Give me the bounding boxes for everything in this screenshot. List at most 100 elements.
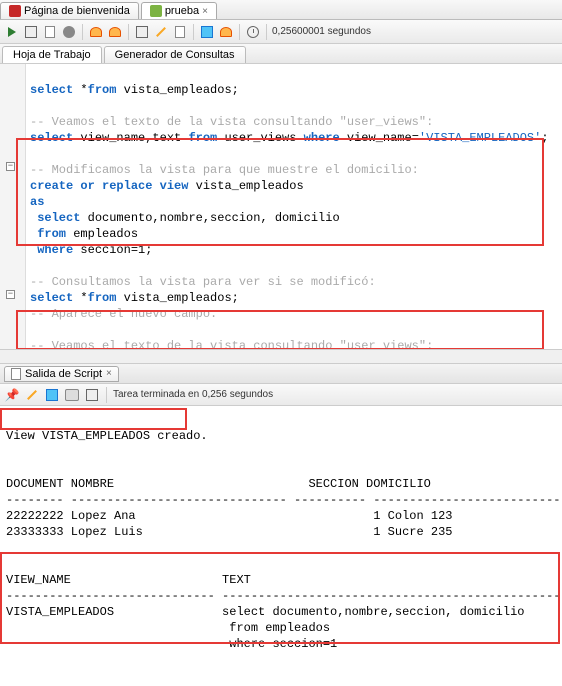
toggle-button[interactable]: [84, 387, 100, 403]
print-icon: [65, 389, 79, 401]
kw: create or replace view: [30, 179, 188, 193]
separator: [239, 24, 240, 40]
script-icon: [25, 26, 37, 38]
sql-history-button[interactable]: [172, 24, 188, 40]
tab-prueba[interactable]: prueba ×: [141, 2, 217, 19]
eraser-icon: [156, 27, 166, 37]
txt: vista_empleados;: [116, 291, 238, 305]
txt: documento,nombre,seccion, domicilio: [80, 211, 339, 225]
clear-button[interactable]: [24, 387, 40, 403]
kw: from: [88, 83, 117, 97]
script-output-icon: [11, 368, 21, 380]
txt: view_name=: [340, 131, 419, 145]
output-row: VISTA_EMPLEADOS select documento,nombre,…: [6, 605, 524, 619]
output-header: VIEW_NAME TEXT: [6, 573, 251, 587]
separator: [193, 24, 194, 40]
clock-icon: [247, 26, 259, 38]
txt: view_name,text: [73, 131, 188, 145]
fold-toggle[interactable]: −: [6, 162, 15, 171]
commit-button[interactable]: [88, 24, 104, 40]
txt: vista_empleados: [188, 179, 303, 193]
fold-toggle[interactable]: −: [6, 290, 15, 299]
toggle-icon: [86, 389, 98, 401]
autotrace-icon: [63, 26, 75, 38]
kw: select: [30, 131, 73, 145]
sql-editor[interactable]: − − select *from vista_empleados; -- Vea…: [0, 64, 562, 364]
explain-icon: [45, 26, 55, 38]
comment: -- Modificamos la vista para que muestre…: [30, 163, 419, 177]
main-toolbar: 0,25600001 segundos: [0, 20, 562, 44]
sql-file-icon: [150, 5, 162, 17]
run-script-button[interactable]: [23, 24, 39, 40]
kw: where: [304, 131, 340, 145]
txt: empleados: [66, 227, 138, 241]
kw: from: [188, 131, 217, 145]
output-row: 22222222 Lopez Ana 1 Colon 123: [6, 509, 452, 523]
clear-button[interactable]: [153, 24, 169, 40]
kw: where: [30, 243, 73, 257]
output-line: View VISTA_EMPLEADOS creado.: [6, 429, 208, 443]
oracle-icon: [9, 5, 21, 17]
comment: -- Veamos el texto de la vista consultan…: [30, 115, 433, 129]
code-area[interactable]: select *from vista_empleados; -- Veamos …: [30, 66, 549, 364]
separator: [82, 24, 83, 40]
separator: [128, 24, 129, 40]
tab-querybuilder[interactable]: Generador de Consultas: [104, 46, 246, 63]
tab-script-output[interactable]: Salida de Script ×: [4, 366, 119, 382]
txt: vista_empleados;: [116, 83, 238, 97]
kw: from: [30, 227, 66, 241]
tab-label: prueba: [165, 5, 199, 17]
save-icon: [46, 389, 58, 401]
kw: as: [30, 195, 44, 209]
elapsed-time: 0,25600001 segundos: [272, 26, 371, 37]
output-row: from empleados: [6, 621, 330, 635]
rollback-icon: [109, 27, 121, 37]
output-row: 23333333 Lopez Luis 1 Sucre 235: [6, 525, 452, 539]
save-icon: [201, 26, 213, 38]
editor-gutter: − −: [0, 64, 26, 363]
kw: from: [88, 291, 117, 305]
unshared-button[interactable]: [134, 24, 150, 40]
txt: *: [73, 83, 87, 97]
txt: seccion=1;: [73, 243, 152, 257]
clock-button[interactable]: [245, 24, 261, 40]
output-divider: -------- ------------------------------ …: [6, 493, 562, 507]
pin-button[interactable]: 📌: [4, 387, 20, 403]
output-row: where seccion=1: [6, 637, 337, 651]
commit-icon: [90, 27, 102, 37]
output-header: DOCUMENT NOMBRE SECCION DOMICILIO: [6, 477, 431, 491]
play-icon: [8, 27, 16, 37]
output-toolbar: 📌 Tarea terminada en 0,256 segundos: [0, 384, 562, 406]
txt: user_views: [217, 131, 303, 145]
tab-worksheet[interactable]: Hoja de Trabajo: [2, 46, 102, 63]
comment: -- Consultamos la vista para ver si se m…: [30, 275, 376, 289]
save-button[interactable]: [199, 24, 215, 40]
close-icon[interactable]: ×: [106, 368, 112, 379]
db-icon: [220, 27, 232, 37]
history-icon: [175, 26, 185, 38]
db-button[interactable]: [218, 24, 234, 40]
rollback-button[interactable]: [107, 24, 123, 40]
comment: -- Aparece el nuevo campo.: [30, 307, 217, 321]
separator: [266, 24, 267, 40]
eraser-icon: [27, 390, 37, 400]
autotrace-button[interactable]: [61, 24, 77, 40]
close-icon[interactable]: ×: [202, 6, 208, 17]
task-status: Tarea terminada en 0,256 segundos: [113, 389, 273, 400]
str: 'VISTA_EMPLEADOS': [419, 131, 541, 145]
explain-button[interactable]: [42, 24, 58, 40]
tab-label: Página de bienvenida: [24, 5, 130, 17]
save-output-button[interactable]: [44, 387, 60, 403]
txt: ;: [541, 131, 548, 145]
script-tab-label: Salida de Script: [25, 368, 102, 380]
kw: select: [30, 83, 73, 97]
output-tabs: Salida de Script ×: [0, 364, 562, 384]
print-button[interactable]: [64, 387, 80, 403]
tab-welcome[interactable]: Página de bienvenida: [0, 2, 139, 19]
kw: select: [30, 211, 80, 225]
kw: select: [30, 291, 73, 305]
script-output[interactable]: View VISTA_EMPLEADOS creado. DOCUMENT NO…: [0, 406, 562, 686]
horizontal-scrollbar[interactable]: [0, 349, 562, 363]
output-divider: ----------------------------- ----------…: [6, 589, 562, 603]
run-button[interactable]: [4, 24, 20, 40]
